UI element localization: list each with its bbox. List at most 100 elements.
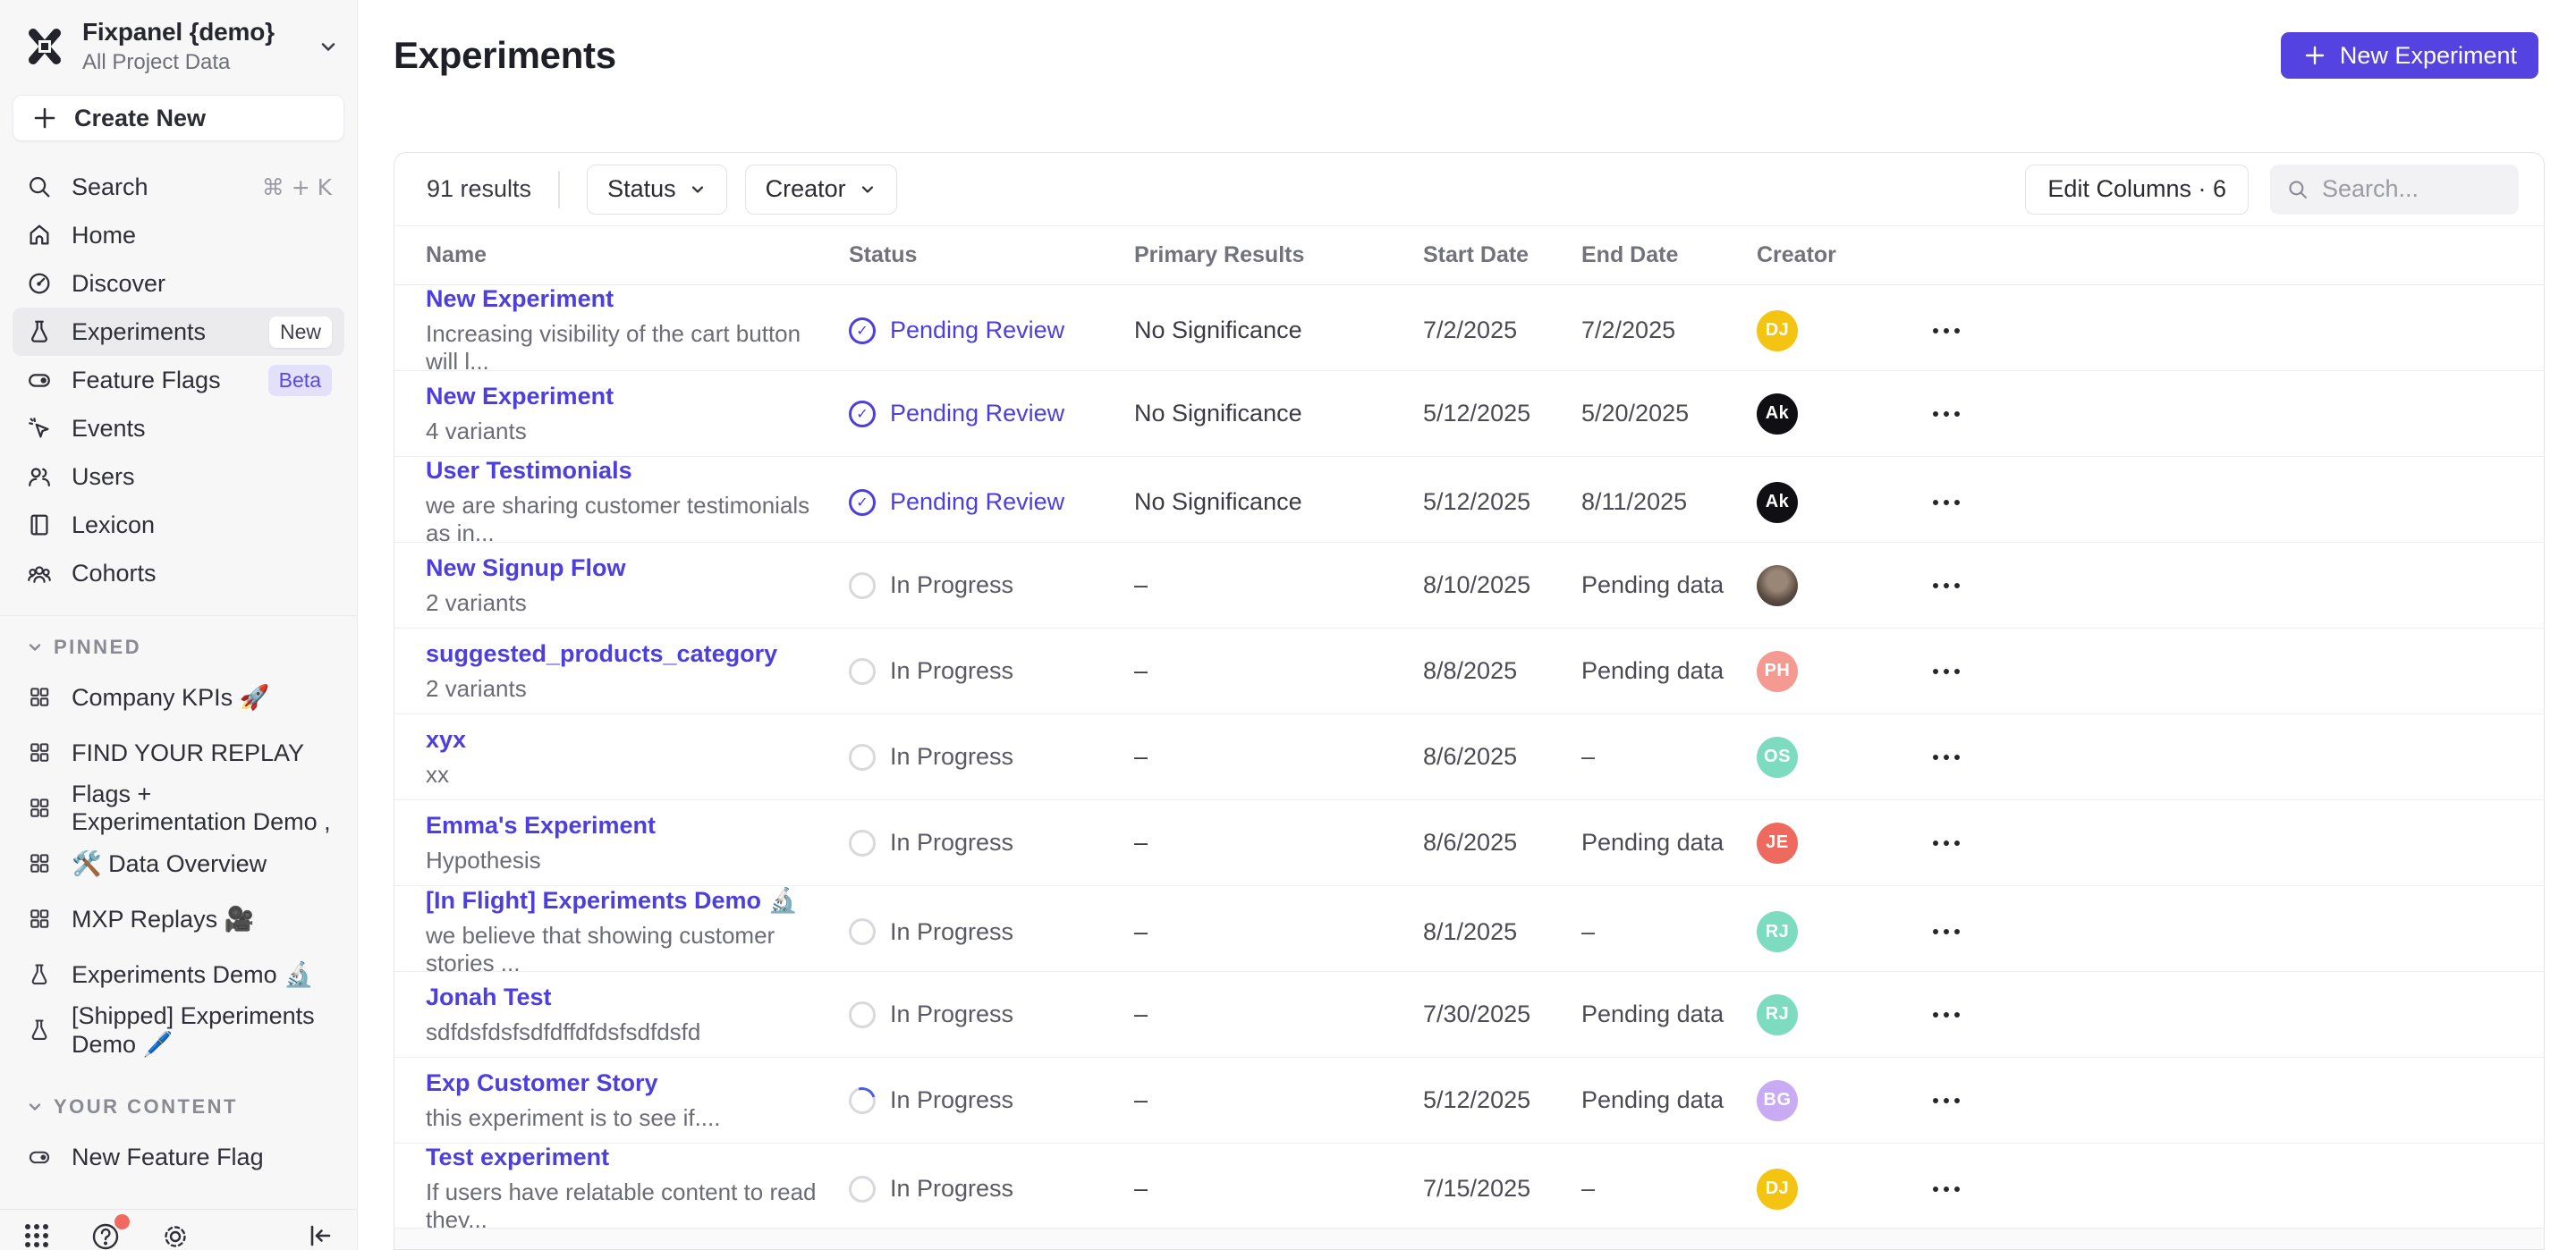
row-actions-button[interactable] xyxy=(1897,583,1996,588)
sidebar-item-company-kpis[interactable]: Company KPIs 🚀 xyxy=(13,670,344,725)
column-header-name[interactable]: Name xyxy=(426,242,849,268)
experiment-link[interactable]: Exp Customer Story xyxy=(426,1069,658,1097)
experiment-link[interactable]: xyx xyxy=(426,726,466,754)
collapse-sidebar-icon[interactable] xyxy=(305,1220,335,1250)
workspace-switcher[interactable]: Fixpanel {demo} All Project Data xyxy=(0,0,357,88)
sidebar-item-lexicon[interactable]: Lexicon xyxy=(13,501,344,549)
status-cell: In Progress xyxy=(849,1086,1134,1114)
sidebar-item-flags-experimentation-demo[interactable]: Flags + Experimentation Demo , xyxy=(13,781,344,836)
primary-results-cell: – xyxy=(1134,918,1423,946)
creator-avatar: Ak xyxy=(1757,482,1798,523)
people-group-icon xyxy=(25,559,54,587)
sidebar-item-mxp-replays[interactable]: MXP Replays 🎥 xyxy=(13,891,344,947)
row-actions-button[interactable] xyxy=(1897,1012,1996,1018)
end-date-cell: 5/20/2025 xyxy=(1581,400,1757,427)
row-actions-button[interactable] xyxy=(1897,411,1996,417)
row-actions-button[interactable] xyxy=(1897,1098,1996,1103)
sidebar-item-experiments-demo[interactable]: Experiments Demo 🔬 xyxy=(13,947,344,1002)
creator-cell: DJ xyxy=(1757,310,1897,351)
table-header-row: Name Status Primary Results Start Date E… xyxy=(394,226,2544,285)
row-actions-button[interactable] xyxy=(1897,755,1996,760)
table-footer-strip xyxy=(394,1228,2544,1249)
apps-grid-icon[interactable] xyxy=(21,1220,52,1250)
board-grid-icon xyxy=(25,794,54,823)
experiment-link[interactable]: Test experiment xyxy=(426,1144,609,1171)
experiment-link[interactable]: New Experiment xyxy=(426,383,614,410)
compass-icon xyxy=(25,269,54,298)
status-label: In Progress xyxy=(890,743,1013,771)
sidebar-item-home[interactable]: Home xyxy=(13,211,344,259)
start-date-cell: 5/12/2025 xyxy=(1423,400,1581,427)
sidebar-item-shipped-experiments-demo[interactable]: [Shipped] Experiments Demo 🖊️ xyxy=(13,1002,344,1058)
chevron-down-icon xyxy=(27,1099,43,1115)
sidebar-item-feature-flags[interactable]: Feature Flags Beta xyxy=(13,356,344,404)
experiment-link[interactable]: New Experiment xyxy=(426,285,614,313)
row-actions-button[interactable] xyxy=(1897,500,1996,505)
sidebar-bottom-bar xyxy=(0,1209,357,1250)
status-circle-icon xyxy=(844,1082,881,1119)
creator-cell: JE xyxy=(1757,823,1897,864)
creator-avatar: JE xyxy=(1757,823,1798,864)
table-row: [In Flight] Experiments Demo 🔬 we believ… xyxy=(394,886,2544,972)
table-toolbar: 91 results Status Creator Edit Columns ·… xyxy=(394,153,2544,226)
sidebar-item-events[interactable]: Events xyxy=(13,404,344,452)
creator-cell: RJ xyxy=(1757,994,1897,1035)
experiment-link[interactable]: User Testimonials xyxy=(426,457,632,485)
create-new-button[interactable]: Create New xyxy=(13,95,344,141)
status-cell: Pending Review xyxy=(849,400,1134,427)
cursor-spark-icon xyxy=(25,414,54,443)
experiment-link[interactable]: [In Flight] Experiments Demo 🔬 xyxy=(426,886,798,915)
row-actions-button[interactable] xyxy=(1897,840,1996,846)
pinned-section: PINNED Company KPIs 🚀 FIND YOUR REPLAY F… xyxy=(0,615,357,1058)
book-icon xyxy=(25,511,54,539)
end-date-cell: Pending data xyxy=(1581,571,1757,599)
sidebar-item-data-overview[interactable]: 🛠️ Data Overview xyxy=(13,836,344,891)
column-header-start-date[interactable]: Start Date xyxy=(1423,242,1581,268)
column-header-end-date[interactable]: End Date xyxy=(1581,242,1757,268)
experiment-name-cell: User Testimonials we are sharing custome… xyxy=(426,457,849,547)
status-filter-button[interactable]: Status xyxy=(587,165,727,215)
column-header-status[interactable]: Status xyxy=(849,242,1134,268)
sidebar-item-users[interactable]: Users xyxy=(13,452,344,501)
sidebar-item-label: Cohorts xyxy=(72,560,332,587)
sidebar-item-new-feature-flag[interactable]: New Feature Flag xyxy=(13,1129,344,1185)
sidebar-item-cohorts[interactable]: Cohorts xyxy=(13,549,344,597)
column-header-primary-results[interactable]: Primary Results xyxy=(1134,242,1423,268)
your-content-title: YOUR CONTENT xyxy=(54,1095,238,1119)
pinned-section-toggle[interactable]: PINNED xyxy=(0,625,357,670)
new-experiment-button[interactable]: New Experiment xyxy=(2281,32,2538,79)
your-content-section: YOUR CONTENT New Feature Flag xyxy=(0,1076,357,1185)
start-date-cell: 7/30/2025 xyxy=(1423,1001,1581,1028)
row-actions-button[interactable] xyxy=(1897,929,1996,934)
main-content: Experiments New Experiment 91 results St… xyxy=(358,0,2576,1250)
row-actions-button[interactable] xyxy=(1897,1187,1996,1192)
primary-results-cell: – xyxy=(1134,571,1423,599)
sidebar-item-find-your-replay[interactable]: FIND YOUR REPLAY xyxy=(13,725,344,781)
creator-filter-button[interactable]: Creator xyxy=(745,165,897,215)
experiment-link[interactable]: suggested_products_category xyxy=(426,640,777,668)
results-count: 91 results xyxy=(427,175,531,203)
experiment-link[interactable]: New Signup Flow xyxy=(426,554,626,582)
flask-icon xyxy=(25,1016,54,1044)
row-actions-button[interactable] xyxy=(1897,669,1996,674)
edit-columns-button[interactable]: Edit Columns · 6 xyxy=(2025,165,2249,215)
status-cell: In Progress xyxy=(849,829,1134,857)
search-input[interactable] xyxy=(2322,175,2503,203)
status-circle-icon xyxy=(849,918,876,945)
row-actions-button[interactable] xyxy=(1897,328,1996,334)
help-icon[interactable] xyxy=(89,1220,122,1250)
status-label: Pending Review xyxy=(890,400,1064,427)
column-header-creator[interactable]: Creator xyxy=(1757,242,1897,268)
experiment-link[interactable]: Jonah Test xyxy=(426,984,552,1011)
creator-cell: Ak xyxy=(1757,393,1897,435)
experiment-link[interactable]: Emma's Experiment xyxy=(426,812,656,840)
experiment-description: Hypothesis xyxy=(426,847,822,874)
sidebar-item-discover[interactable]: Discover xyxy=(13,259,344,308)
pinned-item-label: MXP Replays 🎥 xyxy=(72,905,332,933)
your-content-toggle[interactable]: YOUR CONTENT xyxy=(0,1085,357,1129)
settings-gear-icon[interactable] xyxy=(159,1220,191,1250)
sidebar-item-label: Events xyxy=(72,415,332,443)
status-label: In Progress xyxy=(890,1086,1013,1114)
sidebar-item-search[interactable]: Search ⌘ + K xyxy=(13,163,344,211)
sidebar-item-experiments[interactable]: Experiments New xyxy=(13,308,344,356)
